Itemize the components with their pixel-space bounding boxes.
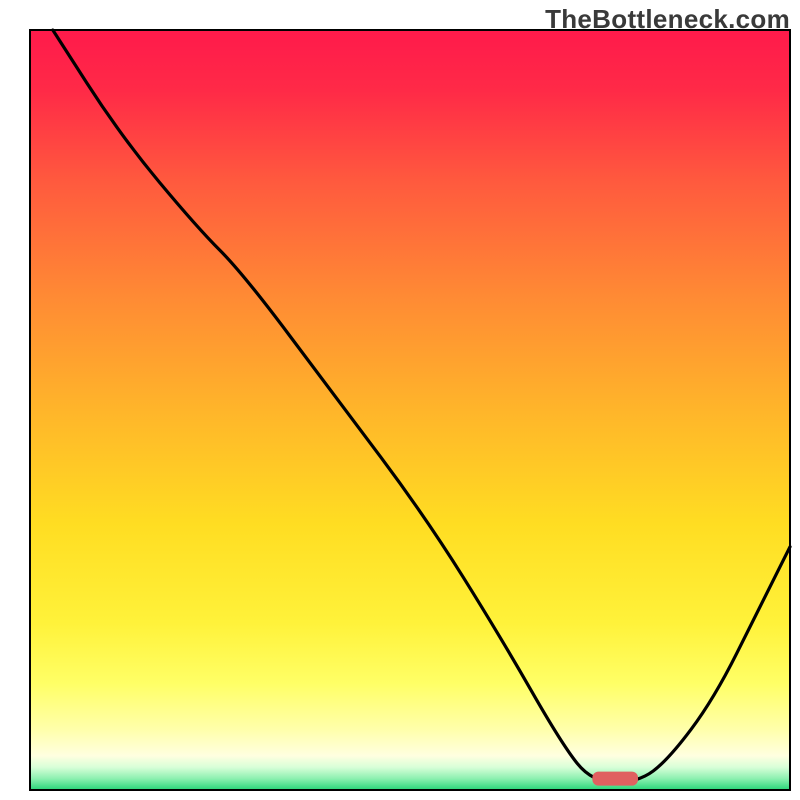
- watermark-text: TheBottleneck.com: [545, 4, 790, 35]
- plot-background: [30, 30, 790, 790]
- bottleneck-chart: [0, 0, 800, 800]
- optimal-marker: [592, 772, 638, 786]
